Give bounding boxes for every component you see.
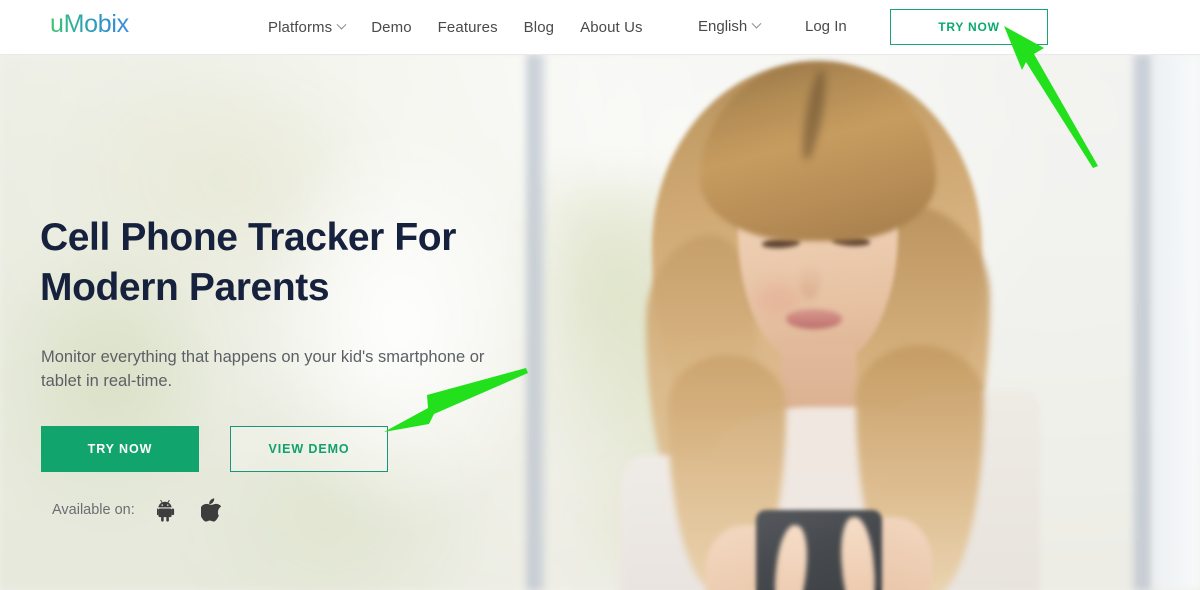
- hero-headline-line-1: Cell Phone Tracker For: [40, 216, 457, 259]
- language-selector-label: English: [698, 18, 748, 35]
- hero-cta-row: TRY NOW VIEW DEMO: [41, 426, 388, 472]
- nav-item-features[interactable]: Features: [438, 19, 498, 36]
- nav-item-platforms-label: Platforms: [268, 19, 333, 36]
- brand-logo[interactable]: uMobix: [50, 10, 129, 39]
- hero-section: Cell Phone Tracker For Modern Parents Mo…: [0, 55, 1200, 590]
- nav-item-about-us[interactable]: About Us: [580, 19, 643, 36]
- nav-item-platforms[interactable]: Platforms: [268, 19, 347, 36]
- available-platforms: Available on:: [52, 498, 221, 522]
- hero-try-now-button[interactable]: TRY NOW: [41, 426, 199, 472]
- chevron-down-icon: [336, 19, 347, 30]
- hero-view-demo-button[interactable]: VIEW DEMO: [230, 426, 388, 472]
- language-selector[interactable]: English: [698, 18, 762, 35]
- page-root: uMobix Platforms Demo Features Blog Abou…: [0, 0, 1200, 590]
- header-try-now-button[interactable]: TRY NOW: [890, 9, 1048, 45]
- hero-person-photo: [560, 55, 1200, 590]
- chevron-down-icon: [751, 18, 762, 29]
- site-header: uMobix Platforms Demo Features Blog Abou…: [0, 0, 1200, 55]
- nav-item-blog[interactable]: Blog: [524, 19, 554, 36]
- lips: [786, 309, 842, 329]
- available-on-label: Available on:: [52, 502, 135, 518]
- login-link[interactable]: Log In: [805, 18, 847, 35]
- hero-content: Cell Phone Tracker For Modern Parents Mo…: [40, 55, 560, 590]
- cheek: [756, 283, 800, 315]
- primary-navigation: Platforms Demo Features Blog About Us: [268, 0, 643, 55]
- hero-headline: Cell Phone Tracker For Modern Parents: [40, 213, 540, 313]
- hero-subheadline: Monitor everything that happens on your …: [41, 348, 485, 390]
- android-icon[interactable]: [156, 498, 179, 522]
- nose: [800, 265, 820, 299]
- apple-icon[interactable]: [200, 498, 221, 522]
- hero-headline-line-2: Modern Parents: [40, 266, 330, 309]
- nav-item-demo[interactable]: Demo: [371, 19, 411, 36]
